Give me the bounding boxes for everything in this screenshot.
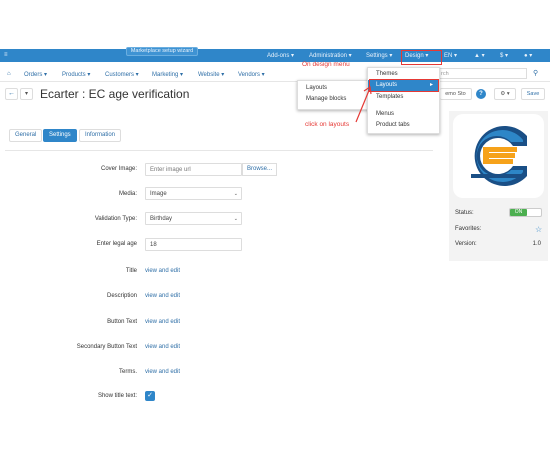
user-icon: ● <box>524 53 528 59</box>
validation-type-select[interactable]: Birthday ⌄ <box>145 212 242 225</box>
app-window: { "topbar": { "wizard": "Marketplace set… <box>0 0 550 450</box>
cover-image-label: Cover Image: <box>100 166 137 172</box>
version-label: Version: <box>455 241 477 247</box>
menu-icon[interactable]: ≡ <box>4 52 8 58</box>
status-toggle[interactable]: ON <box>509 208 542 217</box>
version-value: 1.0 <box>532 241 541 247</box>
settings-menu-manage-blocks[interactable]: Manage blocks <box>306 96 346 102</box>
user-menu[interactable]: ● ▾ <box>524 52 532 59</box>
tab-information[interactable]: Information <box>79 129 122 142</box>
addons-menu[interactable]: Add-ons ▾ <box>267 52 294 59</box>
title-label: Title <box>125 268 137 274</box>
design-menu-product-tabs[interactable]: Product tabs <box>376 122 410 128</box>
bell-icon: ▲ <box>474 53 480 59</box>
annotation-arrow-icon <box>355 85 372 123</box>
currency-menu[interactable]: $ ▾ <box>500 52 508 59</box>
tab-general[interactable]: General <box>9 129 43 142</box>
chevron-down-icon: ⌄ <box>233 216 238 222</box>
description-view-edit-link[interactable]: view and edit <box>145 293 180 299</box>
save-button[interactable]: Save <box>521 88 545 100</box>
media-select[interactable]: Image ⌄ <box>145 187 242 200</box>
design-highlight-box <box>401 50 442 65</box>
status-on-indicator: ON <box>510 209 527 216</box>
language-menu[interactable]: EN ▾ <box>444 52 457 59</box>
description-label: Description <box>106 293 137 299</box>
gear-dropdown-button[interactable]: ⚙ ▾ <box>494 88 516 100</box>
media-label: Media: <box>118 191 137 197</box>
settings-menu-layouts[interactable]: Layouts <box>306 85 327 91</box>
search-icon[interactable]: ⚲ <box>533 69 538 77</box>
favorite-star-icon[interactable]: ☆ <box>535 225 542 234</box>
media-select-value: Image <box>150 191 167 197</box>
legal-age-input[interactable]: 18 <box>145 238 242 251</box>
layouts-annotation: click on layouts <box>305 121 350 128</box>
help-icon[interactable]: ? <box>476 89 486 99</box>
validation-type-label: Validation Type: <box>94 216 137 222</box>
addon-logo <box>453 114 544 198</box>
nav-customers[interactable]: Customers ▾ <box>105 71 139 78</box>
home-icon[interactable]: ⌂ <box>7 71 11 77</box>
administration-menu[interactable]: Administration ▾ <box>309 52 352 59</box>
design-menu-menus[interactable]: Menus <box>376 111 394 117</box>
back-button[interactable]: ← <box>5 88 18 100</box>
settings-menu[interactable]: Settings ▾ <box>366 52 392 59</box>
show-title-label: Show title text: <box>97 393 137 399</box>
button-text-view-edit-link[interactable]: view and edit <box>145 319 180 325</box>
favorites-label: Favorites: <box>455 226 482 232</box>
ecarter-logo-icon <box>471 126 527 186</box>
secondary-button-label: Secondary Button Text <box>76 344 137 350</box>
marketplace-wizard-button[interactable]: Marketplace setup wizard <box>126 47 198 56</box>
design-menu-templates[interactable]: Templates <box>376 94 403 100</box>
design-menu-annotation: On design menu <box>302 61 350 68</box>
demo-store-button[interactable]: emo Sto <box>440 88 472 100</box>
secondary-button-view-edit-link[interactable]: view and edit <box>145 344 180 350</box>
nav-orders[interactable]: Orders ▾ <box>24 71 47 78</box>
terms-label: Terms. <box>119 369 137 375</box>
status-label: Status: <box>455 210 474 216</box>
layouts-highlight-box <box>369 79 439 92</box>
nav-marketing[interactable]: Marketing ▾ <box>152 71 183 78</box>
title-view-edit-link[interactable]: view and edit <box>145 268 180 274</box>
legal-age-label: Enter legal age <box>96 241 137 247</box>
search-input[interactable]: rch <box>437 68 527 79</box>
design-menu-themes[interactable]: Themes <box>376 71 398 77</box>
button-text-label: Button Text <box>107 319 137 325</box>
nav-products[interactable]: Products ▾ <box>62 71 90 78</box>
nav-vendors[interactable]: Vendors ▾ <box>238 71 265 78</box>
terms-view-edit-link[interactable]: view and edit <box>145 369 180 375</box>
notifications-menu[interactable]: ▲ ▾ <box>474 52 485 59</box>
tab-settings[interactable]: Settings <box>43 129 77 142</box>
page-title: Ecarter : EC age verification <box>40 87 190 101</box>
page-dropdown-button[interactable]: ▾ <box>20 88 33 100</box>
admin-top-bar: ≡ Add-ons ▾ Administration ▾ Settings ▾ … <box>0 49 550 62</box>
validation-type-value: Birthday <box>150 216 173 222</box>
browse-button[interactable]: Browse... <box>242 163 277 176</box>
tab-divider <box>5 150 433 151</box>
show-title-checkbox[interactable]: ✓ <box>145 391 155 401</box>
cover-image-input[interactable]: Enter image url <box>145 163 242 176</box>
chevron-down-icon: ⌄ <box>233 191 238 197</box>
nav-website[interactable]: Website ▾ <box>198 71 224 78</box>
